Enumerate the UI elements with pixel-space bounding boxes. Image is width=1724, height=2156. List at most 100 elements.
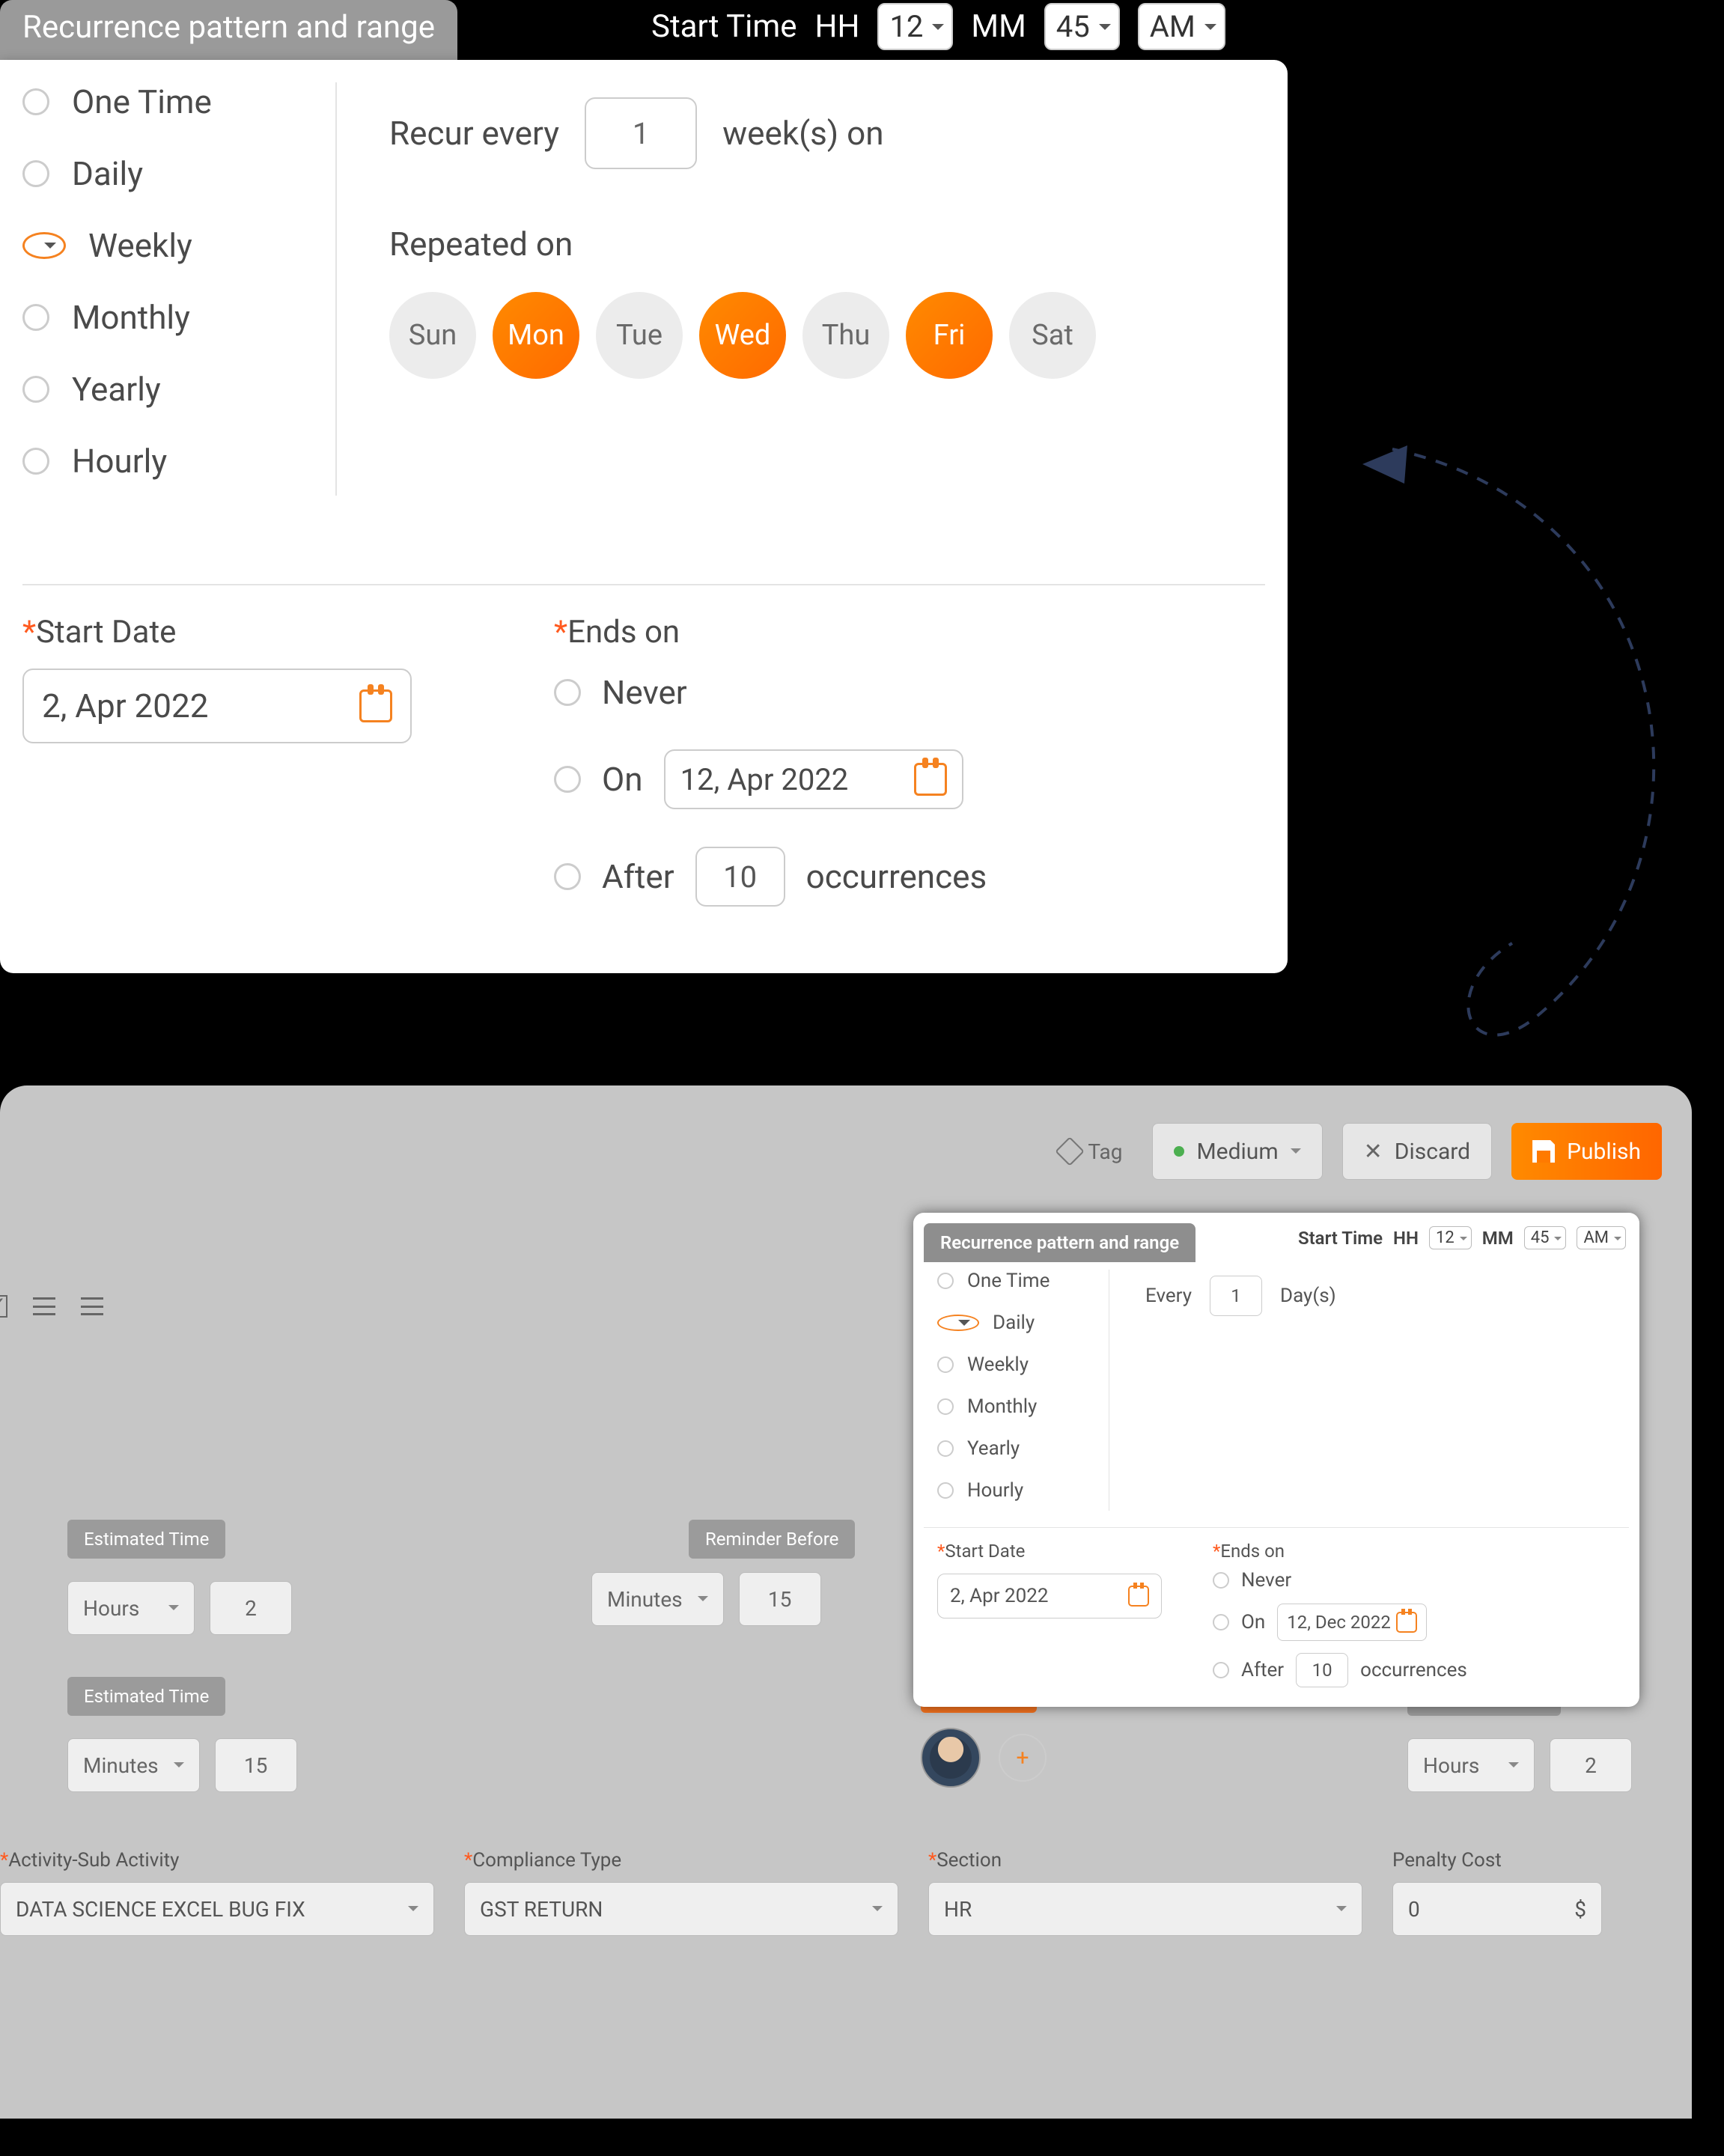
section-select[interactable]: HR [928,1882,1362,1936]
freq-option-label: Weekly [88,226,192,265]
radio-icon [937,1398,954,1415]
chevron-down-icon [168,1605,179,1616]
penalty-input[interactable]: 0$ [1392,1882,1602,1936]
reminder-after-unit-select[interactable]: Hours [1407,1738,1535,1792]
every-input[interactable]: 1 [1210,1276,1262,1316]
chevron-down-icon [174,1762,184,1773]
estimated-value-input-2[interactable]: 15 [215,1738,297,1792]
ordered-list-icon[interactable] [33,1297,55,1315]
freq-option-hourly[interactable]: Hourly [22,442,313,481]
freq-option-label: Weekly [967,1353,1029,1376]
recur-every-prefix: Recur every [389,114,559,153]
checklist-icon[interactable] [0,1295,7,1318]
estimated-unit-select[interactable]: Hours [67,1581,195,1635]
freq-option-monthly[interactable]: Monthly [22,298,313,337]
radio-icon [937,1440,954,1457]
panel-divider [924,1527,1629,1528]
background-app: Tag Medium ✕Discard Publish Estimated Ti… [0,1085,1692,2119]
discard-button[interactable]: ✕Discard [1342,1123,1492,1180]
radio-icon [22,88,49,115]
ends-on-option[interactable]: On 12, Apr 2022 [554,749,987,809]
chevron-down-icon [1336,1906,1347,1916]
start-time-label: Start Time [651,8,797,45]
start-date-input[interactable]: 2, Apr 2022 [22,669,412,743]
ampm-select[interactable]: AM [1577,1226,1626,1249]
freq-option-label: Yearly [967,1437,1020,1460]
activity-label: *Activity-Sub Activity [0,1849,434,1872]
calendar-icon [914,763,947,796]
day-toggle-sat[interactable]: Sat [1009,292,1096,379]
hh-select[interactable]: 12 [877,3,953,50]
ampm-select[interactable]: AM [1138,3,1225,50]
radio-icon [1213,1662,1229,1678]
estimated-value-input[interactable]: 2 [210,1581,292,1635]
estimated-unit-select-2[interactable]: Minutes [67,1738,200,1792]
freq-option-yearly[interactable]: Yearly [22,370,313,409]
compliance-select[interactable]: GST RETURN [464,1882,898,1936]
tag-button[interactable]: Tag [1059,1139,1122,1164]
radio-icon [554,766,581,793]
ends-on-option[interactable]: On 12, Dec 2022 [1213,1604,1467,1641]
hh-select[interactable]: 12 [1429,1226,1472,1249]
day-toggle-sun[interactable]: Sun [389,292,476,379]
hh-label: HH [815,8,860,45]
radio-icon [22,304,49,331]
mm-select[interactable]: 45 [1524,1226,1567,1249]
freq-option-yearly[interactable]: Yearly [937,1437,1109,1460]
ends-never-option[interactable]: Never [1213,1569,1467,1592]
compliance-label: *Compliance Type [464,1849,898,1872]
chevron-down-icon [872,1906,883,1916]
freq-option-weekly[interactable]: Weekly [22,226,313,265]
recurrence-panel: One Time Daily Weekly Monthly Yearly Hourly R… [0,60,1288,973]
add-escalation-user-button[interactable]: + [999,1734,1047,1782]
freq-option-label: Hourly [72,442,167,481]
unordered-list-icon[interactable] [81,1297,103,1315]
radio-icon [937,1356,954,1373]
freq-option-one-time[interactable]: One Time [937,1270,1109,1292]
freq-option-one-time[interactable]: One Time [22,82,313,121]
reminder-before-value-input[interactable]: 15 [739,1572,821,1626]
recurrence-tab[interactable]: Recurrence pattern and range [924,1223,1195,1262]
ends-after-input[interactable]: 10 [695,847,785,907]
ends-after-option[interactable]: After 10 occurrences [1213,1653,1467,1687]
reminder-after-value-input[interactable]: 2 [1550,1738,1632,1792]
day-toggle-thu[interactable]: Thu [802,292,889,379]
freq-option-weekly[interactable]: Weekly [937,1353,1109,1376]
freq-option-daily[interactable]: Daily [22,154,313,193]
chevron-down-icon [698,1596,708,1607]
day-toggle-tue[interactable]: Tue [596,292,683,379]
day-toggle-fri[interactable]: Fri [906,292,993,379]
ends-never-option[interactable]: Never [554,673,987,712]
radio-icon [937,1315,979,1331]
day-toggle-wed[interactable]: Wed [699,292,786,379]
publish-button[interactable]: Publish [1511,1123,1662,1180]
freq-option-daily[interactable]: Daily [937,1312,1109,1334]
radio-icon [554,679,581,706]
freq-option-monthly[interactable]: Monthly [937,1395,1109,1418]
activity-select[interactable]: DATA SCIENCE EXCEL BUG FIX [0,1882,434,1936]
start-date-input[interactable]: 2, Apr 2022 [937,1574,1162,1618]
calendar-icon [359,689,392,722]
priority-select[interactable]: Medium [1152,1123,1322,1180]
ends-on-date-input[interactable]: 12, Apr 2022 [664,749,963,809]
freq-option-label: One Time [967,1270,1050,1292]
start-time-row: Start Time HH 12 MM 45 AM [651,3,1225,50]
day-toggle-mon[interactable]: Mon [493,292,579,379]
freq-option-label: Daily [993,1312,1035,1334]
radio-icon [1213,1614,1229,1630]
recur-every-input[interactable]: 1 [585,97,697,169]
ends-on-date-input[interactable]: 12, Dec 2022 [1277,1604,1427,1641]
recur-every-row: Recur every 1 week(s) on [389,97,884,169]
ends-after-option[interactable]: After 10 occurrences [554,847,987,907]
reminder-before-unit-select[interactable]: Minutes [591,1572,724,1626]
tag-icon [1056,1136,1085,1166]
freq-option-hourly[interactable]: Hourly [937,1479,1109,1502]
estimated-time-badge: Estimated Time [67,1520,225,1559]
ends-after-input[interactable]: 10 [1296,1653,1348,1687]
recurrence-tab[interactable]: Recurrence pattern and range [0,0,457,68]
ends-on-label: Ends on [1220,1541,1285,1562]
escalation-avatar[interactable] [921,1728,981,1788]
mm-select[interactable]: 45 [1044,3,1120,50]
connector-arrow-icon [1318,419,1707,1108]
calendar-icon [1396,1612,1417,1633]
